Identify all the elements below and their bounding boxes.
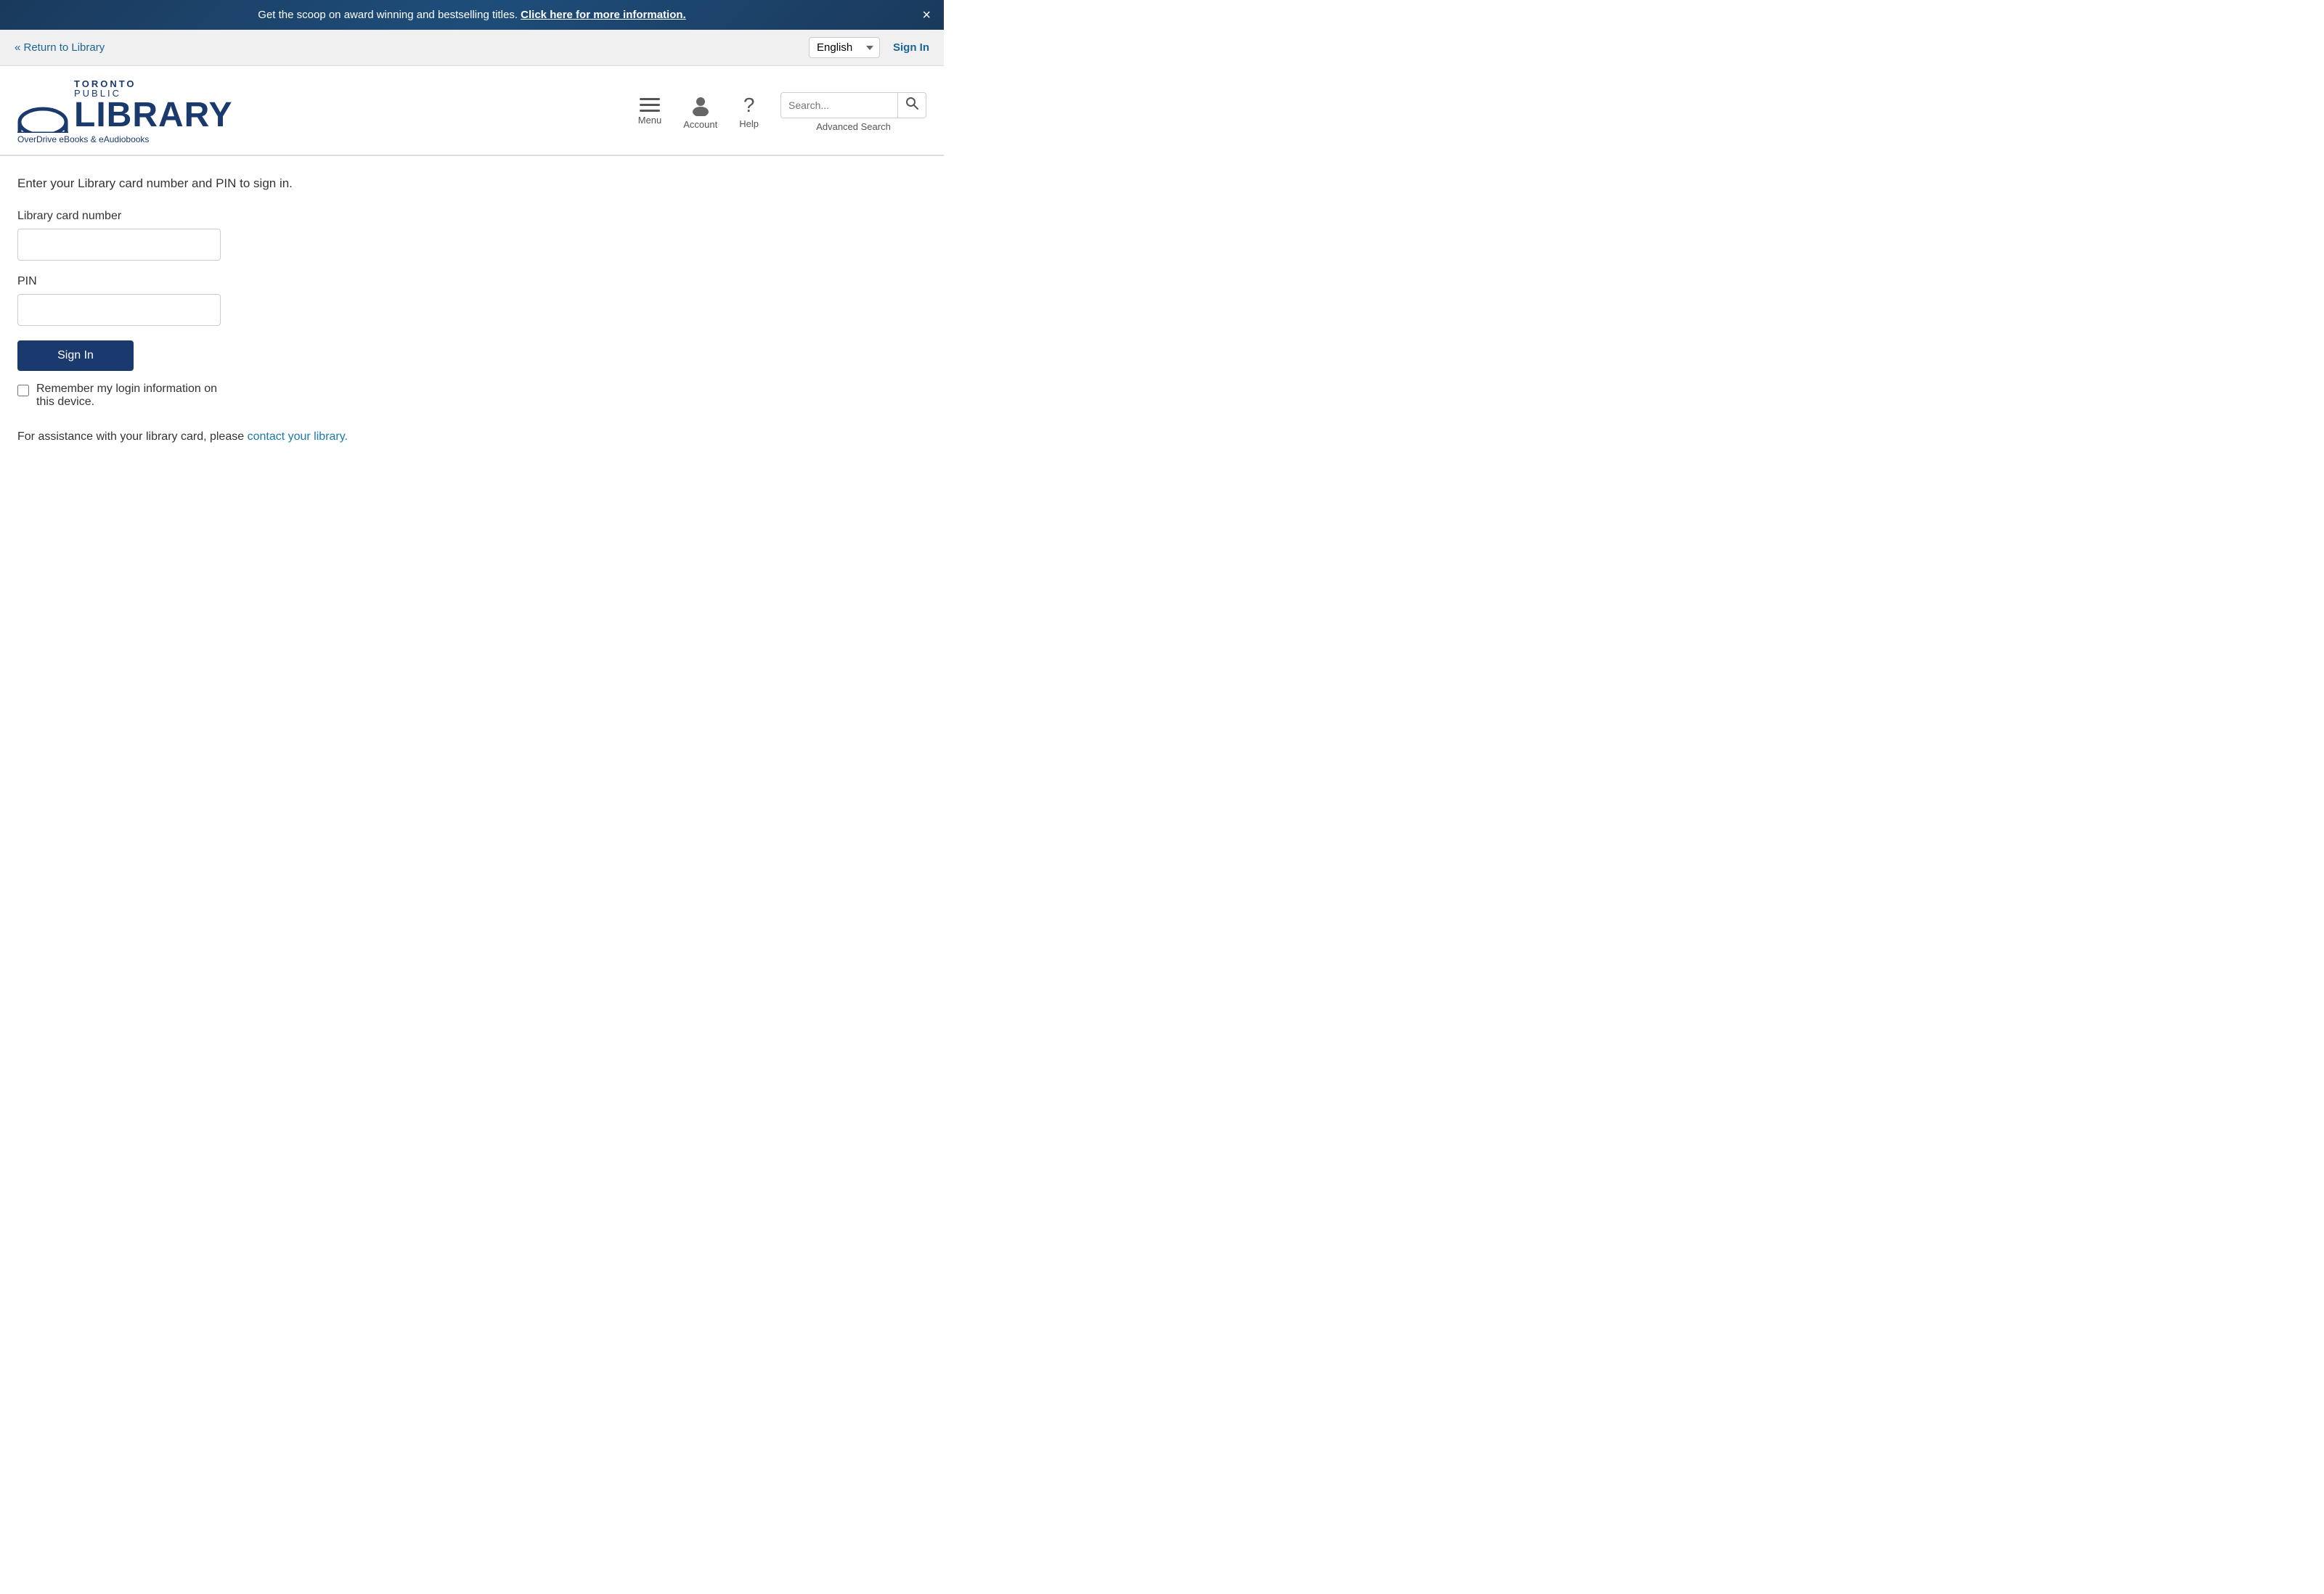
- close-banner-button[interactable]: ×: [922, 8, 931, 23]
- remember-me-checkbox[interactable]: [17, 385, 29, 396]
- intro-text: Enter your Library card number and PIN t…: [17, 176, 926, 191]
- menu-label: Menu: [638, 115, 662, 126]
- search-input[interactable]: [781, 99, 897, 111]
- library-card-input[interactable]: [17, 229, 221, 261]
- pin-label: PIN: [17, 275, 926, 288]
- logo-text: TORONTO PUBLIC LIBRARY: [74, 79, 233, 133]
- assistance-static-text: For assistance with your library card, p…: [17, 430, 248, 443]
- person-icon: [690, 94, 712, 116]
- hamburger-icon: [640, 98, 660, 112]
- menu-button[interactable]: Menu: [638, 98, 662, 126]
- announcement-banner: Get the scoop on award winning and bests…: [0, 0, 944, 30]
- top-nav-bar: « Return to Library English Français Esp…: [0, 30, 944, 66]
- hamburger-line-1: [640, 98, 660, 100]
- hamburger-line-2: [640, 104, 660, 106]
- top-nav-right: English Français Español Sign In: [809, 37, 929, 58]
- logo-area: TORONTO PUBLIC LIBRARY OverDrive eBooks …: [17, 79, 233, 144]
- hamburger-line-3: [640, 110, 660, 112]
- assistance-text: For assistance with your library card, p…: [17, 430, 926, 444]
- language-selector[interactable]: English Français Español: [809, 37, 880, 58]
- sign-in-button[interactable]: Sign In: [17, 340, 134, 371]
- card-number-group: Library card number: [17, 210, 926, 261]
- search-area: Advanced Search: [780, 92, 926, 132]
- top-sign-in-link[interactable]: Sign In: [893, 41, 929, 54]
- account-button[interactable]: Account: [683, 94, 717, 130]
- remember-me-text: Remember my login information on this de…: [36, 383, 235, 409]
- return-to-library-link[interactable]: « Return to Library: [15, 41, 105, 54]
- pin-group: PIN: [17, 275, 926, 326]
- contact-library-link[interactable]: contact your library.: [248, 430, 348, 443]
- logo: TORONTO PUBLIC LIBRARY: [17, 79, 233, 133]
- header-nav: Menu Account ? Help: [638, 92, 926, 132]
- banner-link[interactable]: Click here for more information.: [521, 9, 686, 21]
- advanced-search-link[interactable]: Advanced Search: [816, 121, 891, 132]
- site-header: TORONTO PUBLIC LIBRARY OverDrive eBooks …: [0, 66, 944, 155]
- pin-input[interactable]: [17, 294, 221, 326]
- logo-library: LIBRARY: [74, 98, 233, 133]
- search-bar: [780, 92, 926, 118]
- main-content: Enter your Library card number and PIN t…: [0, 156, 944, 473]
- help-icon: ?: [743, 95, 755, 115]
- card-number-label: Library card number: [17, 210, 926, 223]
- account-label: Account: [683, 119, 717, 130]
- banner-text: Get the scoop on award winning and bests…: [258, 9, 521, 21]
- search-button[interactable]: [897, 93, 926, 118]
- search-icon: [905, 97, 918, 110]
- logo-overdrive: OverDrive eBooks & eAudiobooks: [17, 134, 233, 144]
- remember-me-label[interactable]: Remember my login information on this de…: [17, 383, 235, 409]
- help-button[interactable]: ? Help: [739, 95, 759, 129]
- logo-arch-icon: [17, 93, 68, 133]
- help-label: Help: [739, 118, 759, 129]
